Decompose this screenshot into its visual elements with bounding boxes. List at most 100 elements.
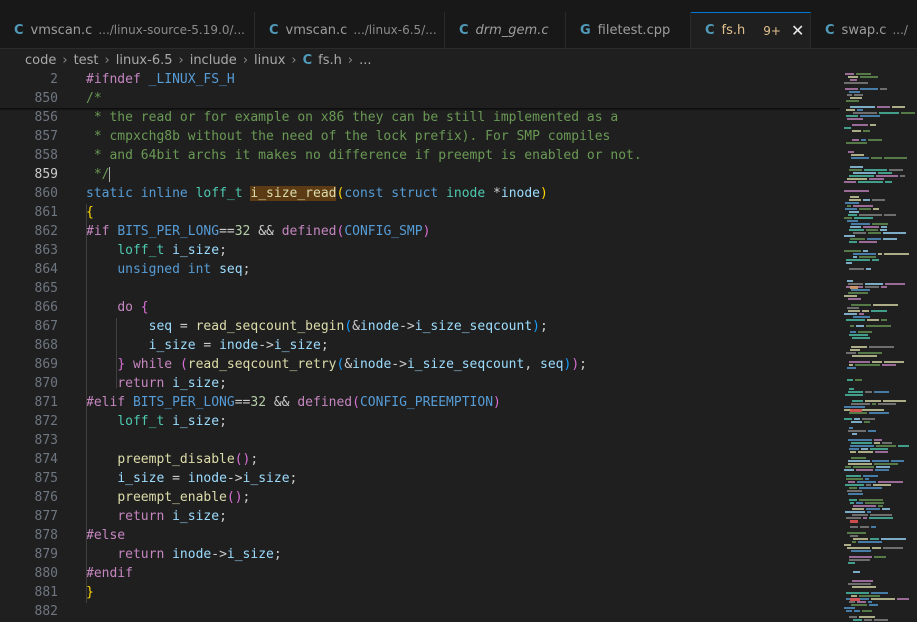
minimap-line xyxy=(860,88,878,90)
tab-filetest-cpp[interactable]: G filetest.cpp xyxy=(566,12,691,48)
minimap-line xyxy=(844,607,855,609)
minimap-line xyxy=(852,541,856,543)
breadcrumb-item-test[interactable]: test xyxy=(74,53,99,68)
minimap-line xyxy=(865,478,869,480)
breadcrumb-item-linux[interactable]: linux xyxy=(254,53,285,68)
code-line-871[interactable]: 871 #elif BITS_PER_LONG==32 && defined(CO… xyxy=(0,393,840,412)
code-line-873[interactable]: 873 xyxy=(0,431,840,450)
line-code: preempt_enable(); xyxy=(117,490,251,505)
minimap-line xyxy=(884,253,909,255)
code-line-864[interactable]: 864 unsigned int seq; xyxy=(0,260,840,279)
code-line-863[interactable]: 863 loff_t i_size; xyxy=(0,241,840,260)
code-line-876[interactable]: 876 preempt_enable(); xyxy=(0,488,840,507)
minimap-line xyxy=(849,448,859,450)
tab-label: fs.h xyxy=(721,23,746,38)
line-number: 871 xyxy=(34,395,58,410)
code-line-874[interactable]: 874 preempt_disable(); xyxy=(0,450,840,469)
minimap-line xyxy=(844,190,869,192)
minimap-line xyxy=(853,232,866,234)
minimap-line xyxy=(858,181,883,183)
line-code: { xyxy=(86,205,94,220)
minimap-line xyxy=(862,418,875,420)
minimap-line xyxy=(849,427,853,429)
minimap-line xyxy=(847,307,859,309)
tab-vmscan-5-19[interactable]: C vmscan.c .../linux-source-5.19.0/... xyxy=(0,12,255,48)
minimap-line xyxy=(871,598,895,600)
line-code: #if BITS_PER_LONG==32 && defined(CONFIG_… xyxy=(86,224,431,239)
line-code: * cmpxchg8b without the need of the lock… xyxy=(86,129,611,144)
minimap-line xyxy=(849,199,861,201)
minimap-line xyxy=(862,610,872,612)
tab-fs-h[interactable]: C fs.h 9+ ✕ xyxy=(691,12,811,48)
minimap[interactable] xyxy=(842,71,917,622)
breadcrumb-item-file[interactable]: fs.h xyxy=(318,53,342,68)
minimap-line xyxy=(878,505,883,507)
tab-vmscan-6-5[interactable]: C vmscan.c .../linux-6.5/... xyxy=(255,12,445,48)
code-line-878[interactable]: 878 #else xyxy=(0,526,840,545)
minimap-line xyxy=(850,106,875,108)
code-line-877[interactable]: 877 return i_size; xyxy=(0,507,840,526)
code-line-867[interactable]: 867 seq = read_seqcount_begin(&inode->i_… xyxy=(0,317,840,336)
minimap-line xyxy=(851,346,867,348)
editor-tab-bar: C vmscan.c .../linux-source-5.19.0/... C… xyxy=(0,12,917,49)
code-line-850[interactable]: 850 /* xyxy=(0,89,840,108)
minimap-line xyxy=(853,505,876,507)
minimap-line xyxy=(851,442,872,444)
minimap-line xyxy=(873,208,879,210)
code-line-865[interactable]: 865 xyxy=(0,279,840,298)
code-line-881[interactable]: 881} xyxy=(0,583,840,602)
minimap-line xyxy=(855,379,862,381)
chevron-right-icon: › xyxy=(62,52,68,68)
tab-drm-gem[interactable]: C drm_gem.c xyxy=(445,12,566,48)
code-line-861[interactable]: 861 { xyxy=(0,203,840,222)
code-line-875[interactable]: 875 i_size = inode->i_size; xyxy=(0,469,840,488)
minimap-line xyxy=(849,601,855,603)
minimap-line xyxy=(844,313,857,315)
code-line-862[interactable]: 862 #if BITS_PER_LONG==32 && defined(CONF… xyxy=(0,222,840,241)
minimap-line xyxy=(845,202,859,204)
tab-swap-c[interactable]: C swap.c .../ xyxy=(811,12,917,48)
code-line-858[interactable]: 858 * and 64bit archs it makes no differ… xyxy=(0,146,840,165)
minimap-line xyxy=(844,217,852,219)
code-line-866[interactable]: 866 do { xyxy=(0,298,840,317)
line-code: #else xyxy=(86,528,126,543)
code-editor[interactable]: 2 #ifndef _LINUX_FS_H 850/* 856 * the read … xyxy=(0,71,840,622)
minimap-line xyxy=(865,391,872,393)
code-line-869[interactable]: 869 } while (read_seqcount_retry(&inode-… xyxy=(0,355,840,374)
minimap-line xyxy=(883,547,903,549)
minimap-line xyxy=(852,124,868,126)
code-line-872[interactable]: 872 loff_t i_size; xyxy=(0,412,840,431)
minimap-line xyxy=(875,469,889,471)
minimap-line xyxy=(878,481,903,483)
code-line-880[interactable]: 880 #endif xyxy=(0,564,840,583)
code-line-882[interactable]: 882 xyxy=(0,602,840,621)
breadcrumb-item-code[interactable]: code xyxy=(25,53,56,68)
code-line-870[interactable]: 870 return i_size; xyxy=(0,374,840,393)
minimap-line xyxy=(845,511,865,513)
code-line-857[interactable]: 857 * cmpxchg8b without the need of the … xyxy=(0,127,840,146)
breadcrumb-item-symbol[interactable]: ... xyxy=(359,53,371,68)
minimap-line xyxy=(863,130,870,132)
minimap-line xyxy=(854,217,873,219)
minimap-line xyxy=(885,181,892,183)
minimap-line xyxy=(872,259,879,261)
minimap-line xyxy=(852,433,857,435)
c-file-icon: C xyxy=(459,22,469,38)
code-line-868[interactable]: 868 i_size = inode->i_size; xyxy=(0,336,840,355)
line-number: 859 xyxy=(34,167,58,182)
line-code: return inode->i_size; xyxy=(117,547,282,562)
minimap-line xyxy=(859,487,882,489)
close-icon[interactable]: ✕ xyxy=(791,21,804,40)
minimap-line xyxy=(849,91,860,93)
code-line-860[interactable]: 860 static inline loff_t i_size_read(cons… xyxy=(0,184,840,203)
minimap-line xyxy=(851,421,862,423)
code-line-2[interactable]: 2 #ifndef _LINUX_FS_H xyxy=(0,71,840,89)
code-line-879[interactable]: 879 return inode->i_size; xyxy=(0,545,840,564)
code-line-859[interactable]: 859 */ xyxy=(0,165,840,184)
minimap-line xyxy=(871,592,888,594)
minimap-line xyxy=(850,325,854,327)
chevron-right-icon: › xyxy=(104,52,110,68)
line-number: 858 xyxy=(34,148,58,163)
breadcrumb-item-include[interactable]: include xyxy=(190,53,237,68)
breadcrumb-item-linux-6-5[interactable]: linux-6.5 xyxy=(116,53,173,68)
